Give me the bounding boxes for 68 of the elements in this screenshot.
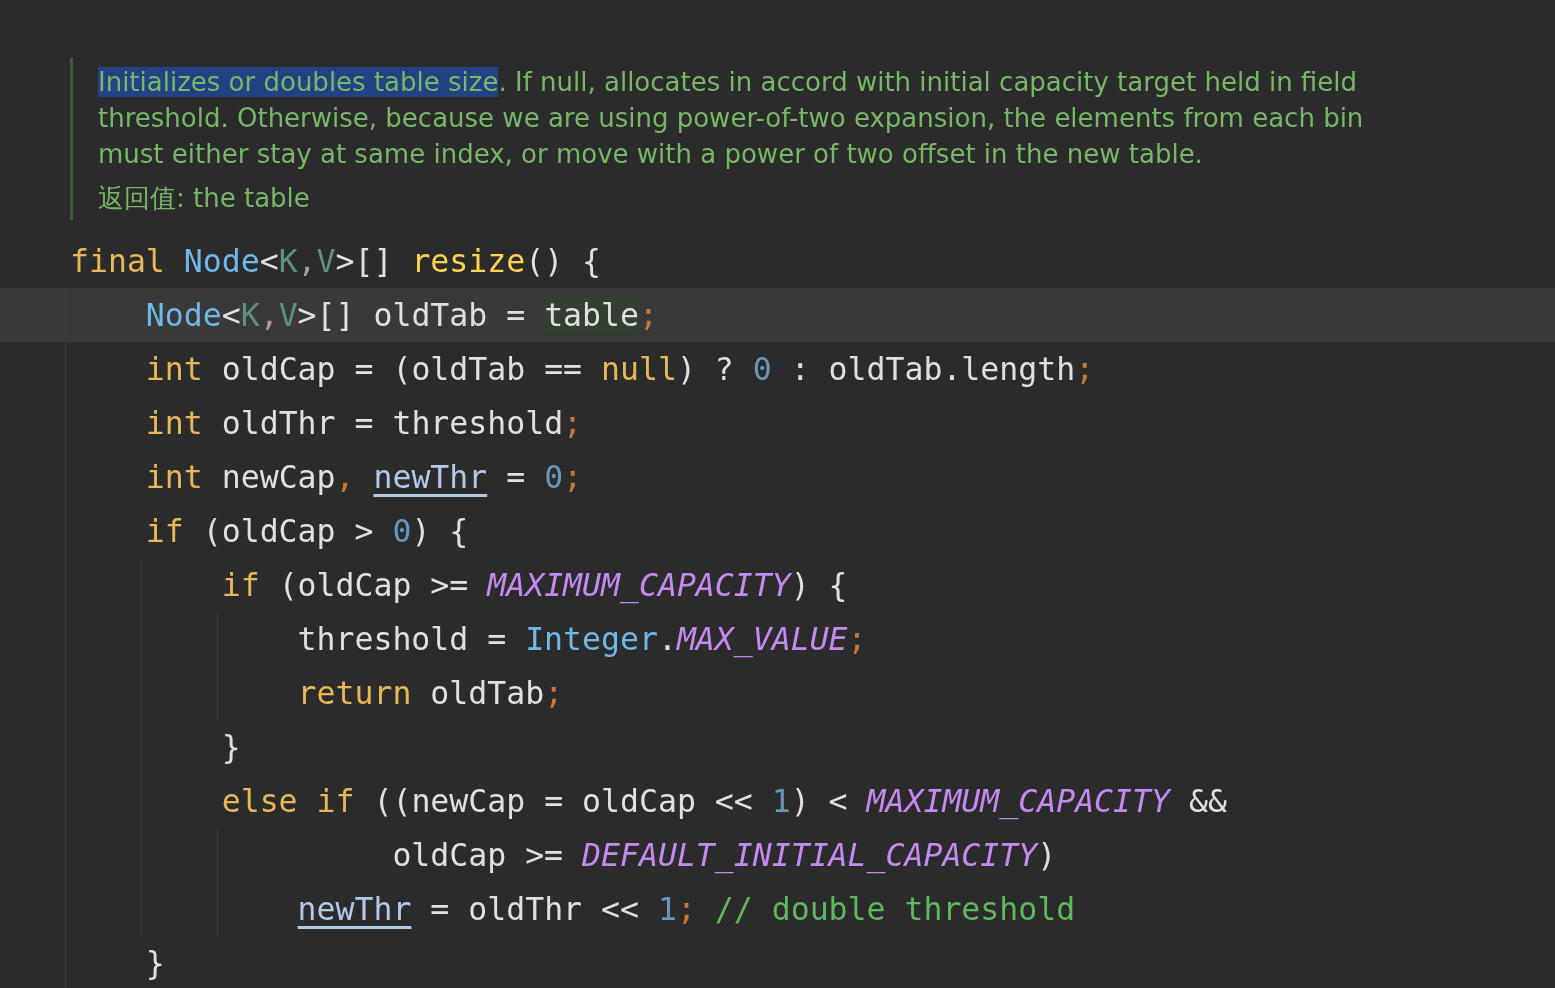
number-literal: 1 xyxy=(657,891,677,927)
doc-comment-text: must either stay at same index, or move with a power of two offset in the new table. xyxy=(98,138,1203,171)
code-text: = xyxy=(506,459,527,495)
code-text: ) < xyxy=(790,783,849,819)
code-text: && xyxy=(1188,783,1227,819)
type-name: Integer xyxy=(525,621,658,657)
code-text: < xyxy=(259,243,279,279)
keyword: int xyxy=(145,351,203,387)
method-name: resize xyxy=(411,243,526,279)
punctuation: ; xyxy=(638,297,658,333)
code-text: newCap xyxy=(221,459,336,495)
code-text: . xyxy=(657,621,677,657)
keyword: int xyxy=(145,459,203,495)
keyword: null xyxy=(601,351,677,387)
punctuation: ; xyxy=(563,405,583,441)
type-parameter: V xyxy=(316,243,336,279)
doc-returns-text: 返回值: the table xyxy=(98,182,310,215)
keyword: else if xyxy=(221,783,355,819)
punctuation: ; xyxy=(544,675,564,711)
type-parameter: K xyxy=(240,297,260,333)
doc-comment-text: Initializes or doubles table size. If null, allocates in accord with initial capacity target held in field xyxy=(98,66,1357,99)
reassigned-variable: newThr xyxy=(373,459,488,495)
code-text: oldCap = (oldTab == xyxy=(221,351,584,387)
comment-text: // double threshold xyxy=(714,891,1076,927)
code-text: () { xyxy=(525,243,602,279)
code-text: (oldCap > xyxy=(202,513,375,549)
code-text: oldThr = threshold xyxy=(221,405,564,441)
keyword: return xyxy=(297,675,412,711)
code-text: < xyxy=(221,297,241,333)
punctuation: ; xyxy=(563,459,583,495)
code-text: } xyxy=(145,945,165,981)
code-text: : oldTab.length xyxy=(790,351,1076,387)
code-text: (oldCap >= xyxy=(278,567,470,603)
code-text: = oldThr << xyxy=(430,891,640,927)
punctuation: ; xyxy=(1075,351,1095,387)
number-literal: 0 xyxy=(752,351,772,387)
keyword: if xyxy=(221,567,260,603)
number-literal: 0 xyxy=(392,513,412,549)
code-text: >[] oldTab = xyxy=(297,297,527,333)
constant-name: MAX_VALUE xyxy=(676,621,848,657)
constant-name: DEFAULT_INITIAL_CAPACITY xyxy=(582,837,1038,873)
keyword: final xyxy=(70,243,165,279)
type-parameter: K xyxy=(278,243,298,279)
code-text: oldTab xyxy=(430,675,545,711)
punctuation: , xyxy=(259,297,279,333)
variable-usage: table xyxy=(544,297,639,333)
reassigned-variable: newThr xyxy=(297,891,412,927)
number-literal: 1 xyxy=(771,783,791,819)
type-parameter: V xyxy=(278,297,298,333)
constant-name: MAXIMUM_CAPACITY xyxy=(866,783,1170,819)
code-text: ) { xyxy=(411,513,469,549)
number-literal: 0 xyxy=(544,459,564,495)
keyword: int xyxy=(145,405,203,441)
doc-comment-text: threshold. Otherwise, because we are using power-of-two expansion, the elements from each bin xyxy=(98,102,1364,135)
punctuation: , xyxy=(297,243,317,279)
type-name: Node xyxy=(183,243,260,279)
constant-name: MAXIMUM_CAPACITY xyxy=(487,567,791,603)
keyword: if xyxy=(145,513,184,549)
code-text: ) ? xyxy=(676,351,735,387)
code-text: ((newCap = oldCap << xyxy=(373,783,754,819)
code-text: threshold = xyxy=(297,621,508,657)
punctuation: , xyxy=(335,459,355,495)
punctuation: ; xyxy=(676,891,696,927)
code-text: } xyxy=(221,729,241,765)
code-text: >[] xyxy=(335,243,393,279)
punctuation: ; xyxy=(847,621,867,657)
code-text: oldCap >= xyxy=(392,837,565,873)
type-name: Node xyxy=(145,297,222,333)
